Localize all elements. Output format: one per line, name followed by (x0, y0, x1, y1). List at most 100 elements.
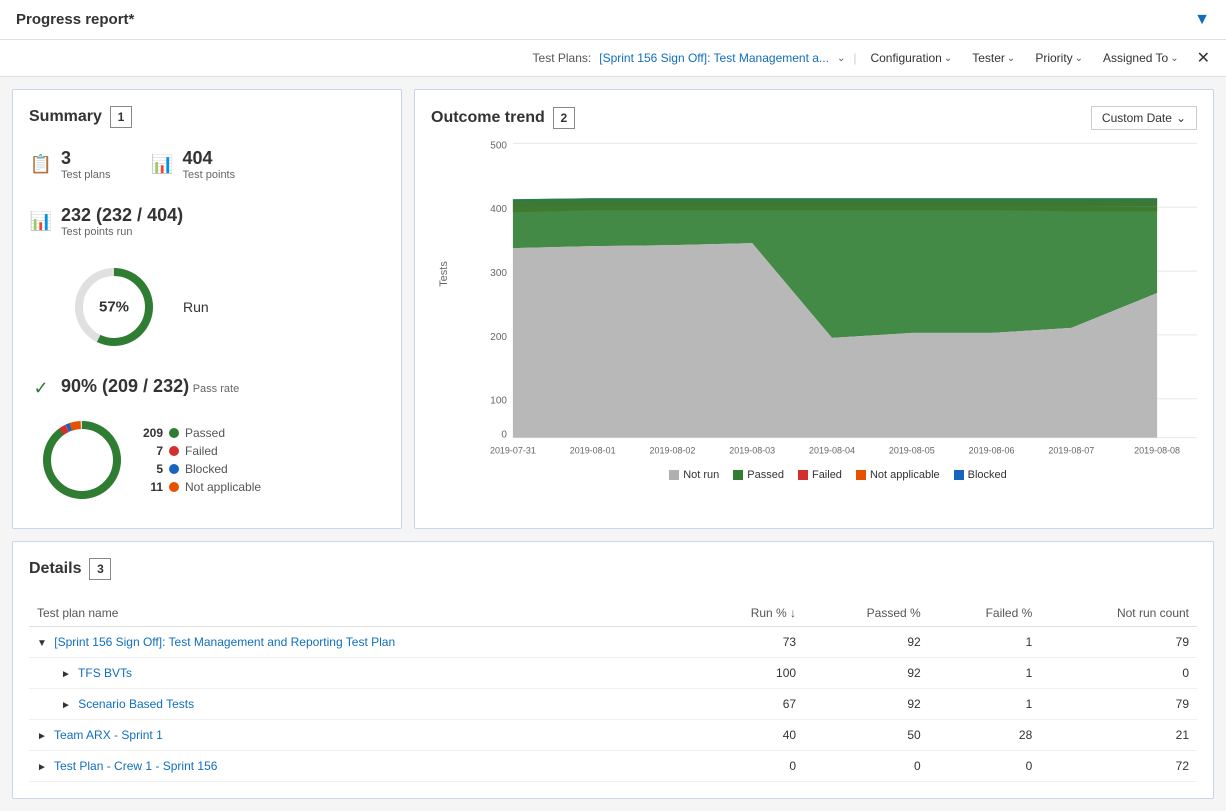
test-plans-row: 📋 3 Test plans 📊 404 Test points (29, 148, 385, 181)
trend-chart-svg: 500 400 300 200 100 0 (479, 138, 1197, 458)
table-row: ► Test Plan - Crew 1 - Sprint 156 0 0 0 … (29, 751, 1197, 782)
test-points-run-count: 232 (232 / 404) (61, 205, 183, 226)
pass-donut-svg (37, 415, 127, 505)
details-title: Details (29, 560, 81, 578)
plan-name-link[interactable]: Test Plan - Crew 1 - Sprint 156 (54, 759, 217, 773)
run-pct-label: 57% (99, 299, 129, 316)
run-text: Run (183, 299, 209, 315)
page-title: Progress report* (16, 11, 134, 28)
pass-rate-icon: ✓ (29, 378, 53, 399)
test-plans-count: 3 (61, 148, 111, 169)
child-not-run-cell: 79 (1040, 689, 1197, 720)
summary-grid: 📋 3 Test plans 📊 404 Test points 📊 (29, 148, 385, 505)
failed-pct-cell: 0 (929, 751, 1041, 782)
chart-legend-item: Passed (733, 469, 784, 481)
child-not-run-cell: 0 (1040, 658, 1197, 689)
filter-testplans-label: Test Plans: (533, 51, 592, 65)
child-run-pct-cell: 67 (695, 689, 804, 720)
chart-legend-label: Blocked (968, 469, 1007, 481)
table-body: ▼ [Sprint 156 Sign Off]: Test Management… (29, 627, 1197, 782)
custom-date-button[interactable]: Custom Date ⌄ (1091, 106, 1197, 130)
svg-text:200: 200 (490, 332, 507, 343)
svg-text:2019-08-04: 2019-08-04 (809, 446, 855, 456)
run-pct-cell: 73 (695, 627, 804, 658)
filter-tester-btn[interactable]: Tester ⌄ (966, 49, 1021, 67)
legend-count: 7 (143, 444, 163, 458)
child-plan-name-link[interactable]: TFS BVTs (78, 666, 132, 680)
filter-priority-btn[interactable]: Priority ⌄ (1029, 49, 1089, 67)
trend-title-row: Outcome trend 2 (431, 107, 575, 129)
table-row: ► Team ARX - Sprint 1 40 50 28 21 (29, 720, 1197, 751)
svg-text:2019-08-06: 2019-08-06 (969, 446, 1015, 456)
test-points-run-icon: 📊 (29, 211, 53, 232)
col-passed: Passed % (804, 600, 929, 627)
run-pct-cell: 0 (695, 751, 804, 782)
chart-legend-square (733, 470, 743, 480)
plan-name-link[interactable]: [Sprint 156 Sign Off]: Test Management a… (54, 635, 395, 649)
child-expand-icon[interactable]: ► (61, 700, 71, 711)
test-points-run-row: 📊 232 (232 / 404) Test points run (29, 205, 385, 238)
filter-priority-label: Priority (1035, 51, 1072, 65)
pass-legend: 209Passed7Failed5Blocked11Not applicable (143, 426, 261, 494)
top-row: Summary 1 📋 3 Test plans 📊 404 Test poin… (12, 89, 1214, 529)
failed-pct-cell: 1 (929, 627, 1041, 658)
run-visual-row: 57% Run (37, 262, 385, 352)
chart-legend-item: Not run (669, 469, 719, 481)
legend-dot (169, 482, 179, 492)
svg-text:2019-08-08: 2019-08-08 (1134, 446, 1180, 456)
svg-text:100: 100 (490, 396, 507, 407)
priority-chevron-icon: ⌄ (1075, 53, 1083, 64)
summary-num: 1 (110, 106, 132, 128)
svg-text:2019-08-03: 2019-08-03 (729, 446, 775, 456)
svg-text:0: 0 (501, 430, 507, 441)
col-run[interactable]: Run % ↓ (695, 600, 804, 627)
passed-pct-cell: 0 (804, 751, 929, 782)
plan-name-cell: ▼ [Sprint 156 Sign Off]: Test Management… (29, 627, 695, 658)
test-points-run-label: Test points run (61, 226, 183, 238)
pass-rate-stat: 90% (209 / 232) Pass rate (61, 376, 239, 397)
pass-rate-count: 90% (209 / 232) (61, 376, 189, 396)
test-points-count: 404 (183, 148, 236, 169)
not-run-cell: 21 (1040, 720, 1197, 751)
chart-legend-label: Passed (747, 469, 784, 481)
table-row: ► Scenario Based Tests 67 92 1 79 (29, 689, 1197, 720)
child-expand-icon[interactable]: ► (61, 669, 71, 680)
svg-text:400: 400 (490, 204, 507, 215)
test-plans-label: Test plans (61, 169, 111, 181)
passed-pct-cell: 50 (804, 720, 929, 751)
filter-icon[interactable]: ▼ (1194, 11, 1210, 29)
test-plans-icon: 📋 (29, 154, 53, 175)
pass-rate-label: Pass rate (193, 383, 239, 395)
child-plan-name-cell: ► Scenario Based Tests (29, 689, 695, 720)
table-row: ▼ [Sprint 156 Sign Off]: Test Management… (29, 627, 1197, 658)
filter-close-icon[interactable]: ✕ (1197, 48, 1210, 68)
chart-legend-square (856, 470, 866, 480)
chart-legend-item: Not applicable (856, 469, 940, 481)
child-failed-pct-cell: 1 (929, 689, 1041, 720)
expand-icon[interactable]: ► (37, 762, 47, 773)
main-content: Summary 1 📋 3 Test plans 📊 404 Test poin… (0, 77, 1226, 811)
legend-dot (169, 464, 179, 474)
trend-panel: Outcome trend 2 Custom Date ⌄ Tests 500 … (414, 89, 1214, 529)
child-plan-name-link[interactable]: Scenario Based Tests (78, 697, 194, 711)
chart-legend-item: Failed (798, 469, 842, 481)
y-axis-label: Tests (438, 261, 450, 287)
expand-icon[interactable]: ▼ (37, 638, 47, 649)
details-panel: Details 3 Test plan name Run % ↓ Passed … (12, 541, 1214, 799)
legend-item: 11Not applicable (143, 480, 261, 494)
svg-text:2019-07-31: 2019-07-31 (490, 446, 536, 456)
not-run-cell: 72 (1040, 751, 1197, 782)
testplans-chevron-icon[interactable]: ⌄ (837, 53, 845, 64)
test-plans-stat: 3 Test plans (61, 148, 111, 181)
child-run-pct-cell: 100 (695, 658, 804, 689)
child-passed-pct-cell: 92 (804, 689, 929, 720)
plan-name-link[interactable]: Team ARX - Sprint 1 (54, 728, 163, 742)
details-header: Details 3 (29, 558, 1197, 580)
legend-count: 209 (143, 426, 163, 440)
chart-legend-label: Not applicable (870, 469, 940, 481)
legend-count: 5 (143, 462, 163, 476)
filter-configuration-btn[interactable]: Configuration ⌄ (864, 49, 958, 67)
trend-title: Outcome trend (431, 109, 545, 127)
filter-assignedto-btn[interactable]: Assigned To ⌄ (1097, 49, 1185, 67)
expand-icon[interactable]: ► (37, 731, 47, 742)
